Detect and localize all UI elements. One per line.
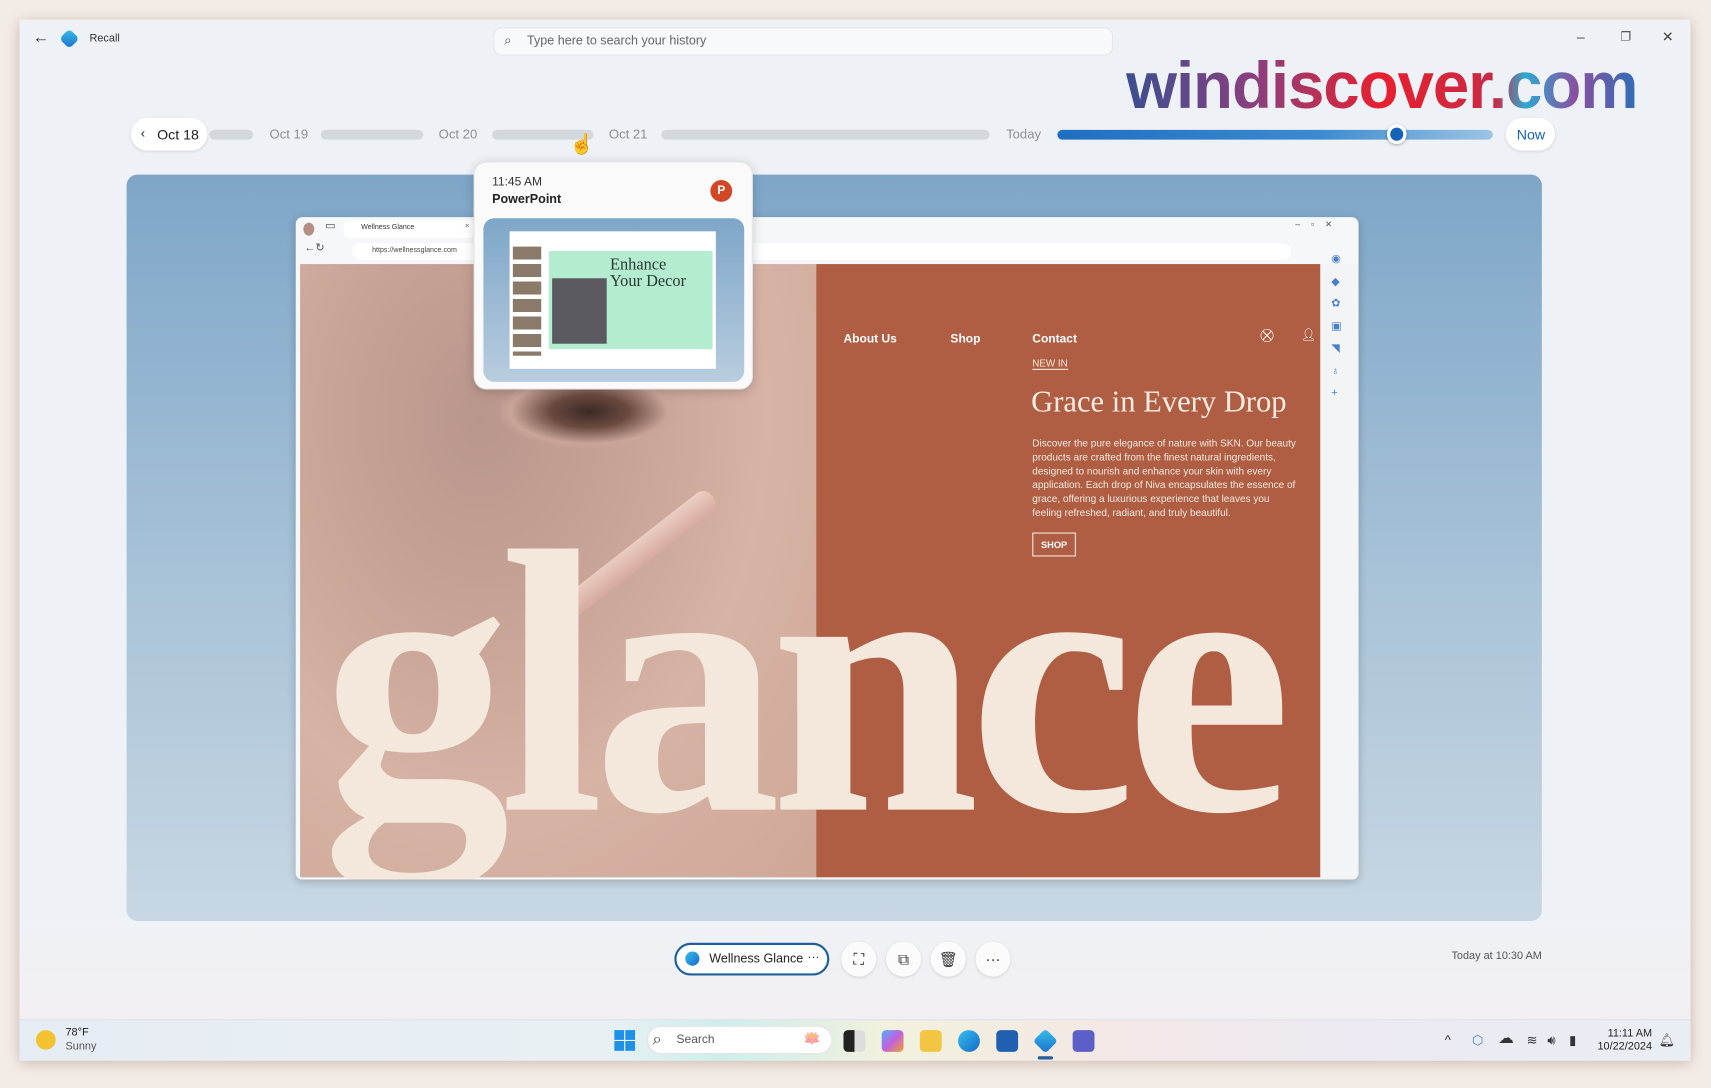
edge-icon: [685, 951, 700, 966]
search-icon: ⌕: [652, 1030, 662, 1049]
start-button[interactable]: [614, 1030, 636, 1051]
hover-time: 11:45 AM: [492, 175, 542, 189]
show-hidden-icons[interactable]: ^: [1445, 1032, 1451, 1047]
copy-button[interactable]: ⧉: [886, 941, 921, 977]
powerpoint-icon: P: [710, 180, 733, 202]
chevron-left-icon: ‹: [140, 125, 146, 141]
close-tab-icon: ×: [464, 222, 470, 231]
search-highlight-icon: 🪷: [803, 1030, 821, 1047]
close-icon[interactable]: ✕: [1662, 28, 1674, 45]
now-label: Now: [1516, 126, 1546, 143]
snapshot-timestamp: Today at 10:30 AM: [1451, 950, 1542, 963]
eyebrow-label: NEW IN: [1032, 357, 1068, 370]
battery-icon[interactable]: ▮: [1569, 1032, 1576, 1047]
sidebar-app-icons: ◉ ◆ ✿ ▣ ◥ ♁ +: [1331, 253, 1342, 400]
store-icon[interactable]: [996, 1030, 1019, 1052]
teams-icon[interactable]: [1072, 1030, 1095, 1052]
tab-actions-icon: ▭: [325, 220, 336, 233]
hero-wordmark: glance: [321, 474, 1292, 880]
slide-title-line2: Your Decor: [609, 272, 687, 291]
weather-temp[interactable]: 78°F: [65, 1027, 88, 1039]
wifi-icon[interactable]: ≋: [1527, 1032, 1538, 1047]
hand-cursor-icon: ☝: [569, 133, 595, 155]
slide-canvas: Enhance Your Decor: [548, 250, 713, 350]
more-icon: ···: [985, 950, 1001, 968]
timeline-label: Oct 20: [438, 126, 478, 142]
timeline-segment[interactable]: [209, 129, 254, 140]
clock-time[interactable]: 11:11 AM: [1608, 1028, 1653, 1040]
slide-photo: [552, 278, 607, 344]
taskbar-search-label: Search: [676, 1033, 715, 1047]
search-placeholder: Type here to search your history: [527, 34, 707, 49]
app-chip-button[interactable]: Wellness Glance ···: [674, 942, 830, 976]
clock-date[interactable]: 10/22/2024: [1597, 1041, 1652, 1053]
slide-title-line1: Enhance: [609, 256, 667, 274]
timeline-segment[interactable]: [320, 129, 424, 140]
url-text: https://wellnessglance.com: [372, 246, 457, 255]
nav-about-us: About Us: [843, 332, 897, 346]
browser-window-controls-icon: –▫✕: [1295, 219, 1344, 230]
now-button[interactable]: Now: [1505, 117, 1555, 151]
browser-tab: Wellness Glance ×: [343, 220, 475, 238]
network-hub-icon[interactable]: ⬡: [1472, 1032, 1483, 1047]
back-arrow-icon[interactable]: ←: [33, 28, 49, 47]
weather-sun-icon[interactable]: [36, 1030, 56, 1050]
slide-thumbnails: [512, 246, 542, 356]
trash-icon: 🗑︎: [938, 949, 958, 968]
tab-title: Wellness Glance: [361, 223, 415, 232]
app-chip-label: Wellness Glance: [709, 952, 804, 966]
volume-icon[interactable]: 🔊︎: [1547, 1032, 1555, 1048]
search-icon: ⌕: [504, 32, 512, 49]
file-explorer-icon[interactable]: [919, 1030, 942, 1052]
browser-window-snapshot: ▭ Wellness Glance × ←↻ https://wellnessg…: [295, 217, 1359, 880]
nav-contact: Contact: [1032, 332, 1077, 346]
profile-avatar-icon: [303, 222, 315, 236]
copilot-icon[interactable]: [881, 1030, 904, 1052]
hover-app-name: PowerPoint: [492, 193, 562, 207]
timeline-label: Oct 19: [269, 126, 309, 142]
watermark-logo: windiscover.com: [1126, 49, 1638, 123]
hover-thumbnail: Enhance Your Decor: [483, 218, 745, 382]
click-to-do-icon: ⛶: [853, 949, 865, 968]
notification-bell-icon[interactable]: 🔔︎: [1659, 1032, 1676, 1047]
recall-logo-icon: [59, 28, 80, 49]
search-input[interactable]: ⌕ Type here to search your history: [493, 27, 1114, 56]
delete-button[interactable]: 🗑︎: [930, 941, 966, 977]
powerpoint-window-thumbnail: Enhance Your Decor: [509, 231, 716, 369]
edge-taskbar-icon[interactable]: [958, 1030, 980, 1052]
active-app-indicator: [1037, 1056, 1054, 1060]
previous-day-label: Oct 18: [157, 126, 199, 143]
weather-desc[interactable]: Sunny: [65, 1041, 96, 1053]
timeline-label: Today: [1006, 126, 1042, 142]
minimize-icon[interactable]: –: [1577, 28, 1585, 44]
timeline-label: Oct 21: [608, 126, 648, 142]
taskbar-search[interactable]: ⌕ Search 🪷: [647, 1025, 833, 1055]
restore-icon[interactable]: ❐: [1620, 29, 1631, 44]
copy-icon: ⧉: [898, 949, 909, 968]
timeline-segment[interactable]: [661, 129, 990, 140]
app-chip-more-icon[interactable]: ···: [807, 950, 819, 963]
previous-day-button[interactable]: ‹ Oct 18: [130, 117, 208, 151]
user-icon: 👤︎: [1300, 328, 1316, 342]
hero-heading: Grace in Every Drop: [1031, 385, 1287, 420]
browser-sidebar: ◉ ◆ ✿ ▣ ◥ ♁ +: [1320, 253, 1359, 880]
onedrive-icon[interactable]: ☁: [1498, 1029, 1513, 1048]
app-title: Recall: [89, 32, 120, 45]
cart-icon: ⛒: [1260, 327, 1274, 343]
click-to-do-button[interactable]: ⛶: [841, 941, 877, 977]
nav-shop: Shop: [950, 332, 981, 346]
task-view-icon[interactable]: [843, 1030, 866, 1052]
back-refresh-icon: ←↻: [304, 242, 325, 255]
timeline-hover-card[interactable]: 11:45 AM PowerPoint P Enhance Your Decor: [473, 161, 753, 390]
more-options-button[interactable]: ···: [975, 941, 1011, 977]
timeline-slider-track[interactable]: [1057, 129, 1493, 140]
